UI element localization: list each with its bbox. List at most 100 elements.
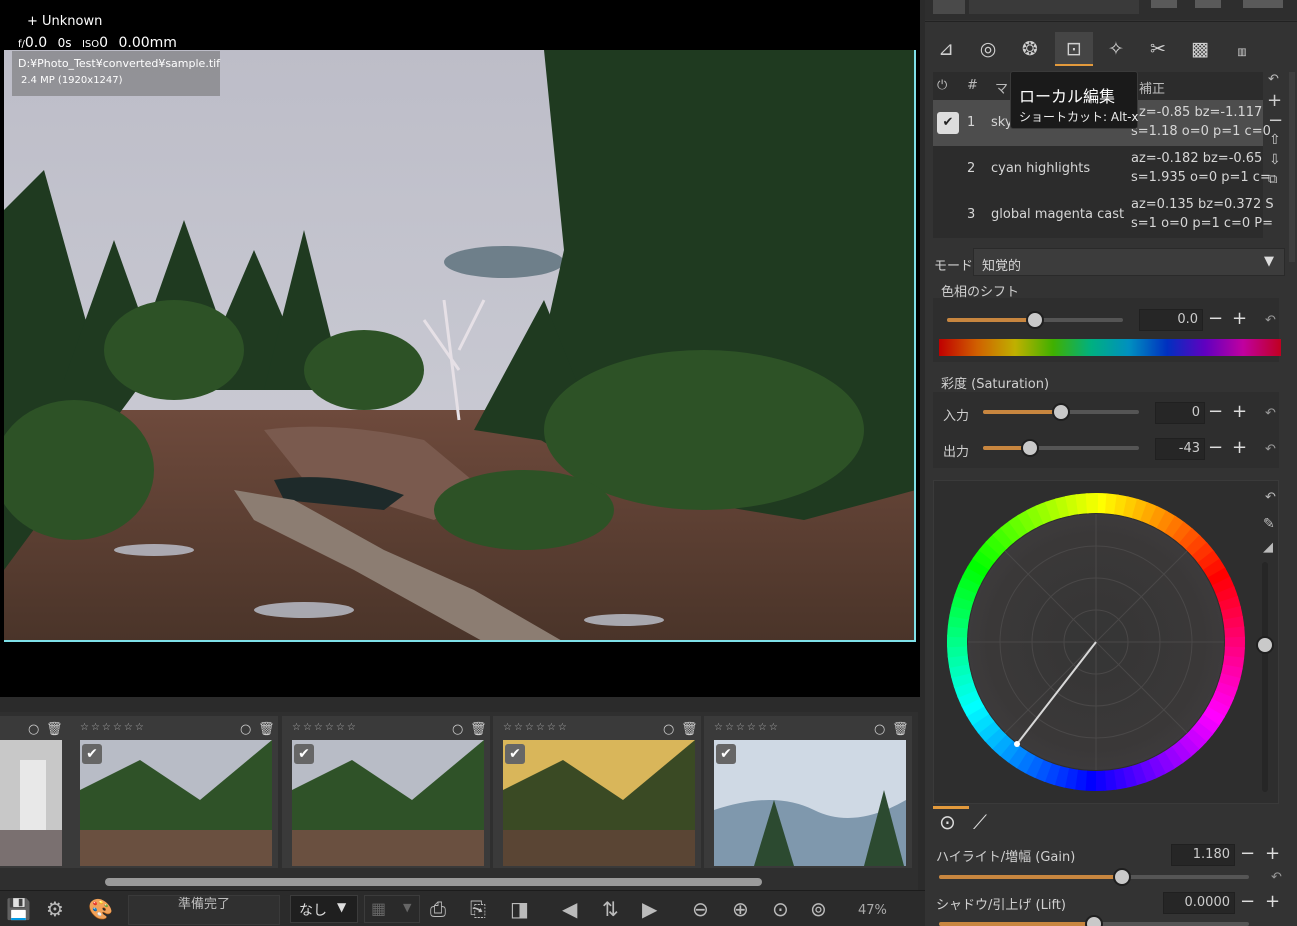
- reset-icon[interactable]: ↶: [1271, 870, 1282, 885]
- profile-select[interactable]: なし ▼: [290, 895, 358, 923]
- gain-slider-knob[interactable]: [1113, 868, 1131, 886]
- reset-icon[interactable]: ↶: [1265, 406, 1276, 421]
- hue-value-field[interactable]: 0.0: [1139, 309, 1203, 331]
- lift-value-field[interactable]: 0.0000: [1163, 892, 1235, 914]
- export-icon[interactable]: ⎙: [430, 897, 446, 921]
- reset-icon[interactable]: ↶: [1265, 490, 1276, 505]
- mask-enable-checkbox[interactable]: ✔: [937, 112, 959, 134]
- remove-mask-icon[interactable]: −: [1268, 110, 1283, 131]
- tab-raw[interactable]: ▩: [1181, 32, 1219, 66]
- move-up-icon[interactable]: ⇧: [1269, 132, 1281, 148]
- lift-slider-knob[interactable]: [1085, 915, 1103, 926]
- tab-metadata[interactable]: ▥: [1223, 32, 1261, 66]
- toolbar-button[interactable]: [1151, 0, 1177, 8]
- trash-icon[interactable]: 🗑: [46, 722, 63, 737]
- arrow-up-down-icon[interactable]: ⇅: [602, 897, 619, 921]
- trash-icon[interactable]: 🗑: [681, 722, 698, 737]
- increment-button[interactable]: +: [1265, 892, 1280, 912]
- move-down-icon[interactable]: ⇩: [1269, 152, 1281, 168]
- zoom-fit-icon[interactable]: ⊙: [772, 897, 789, 921]
- increment-button[interactable]: +: [1232, 309, 1247, 329]
- zoom-100-icon[interactable]: ⊚: [810, 897, 827, 921]
- wheel-mode-icon[interactable]: ⊙: [939, 810, 956, 834]
- mask-params-1: az=-0.182 bz=-0.65: [1131, 151, 1263, 166]
- color-wheel[interactable]: [941, 486, 1251, 798]
- gear-icon[interactable]: ⚙: [46, 897, 64, 921]
- luminance-slider-track[interactable]: [1262, 562, 1268, 792]
- toolbar-button[interactable]: [933, 0, 965, 14]
- increment-button[interactable]: +: [1265, 844, 1280, 864]
- thumbnail-4[interactable]: ☆☆☆☆☆☆ ○ 🗑 ✔: [704, 716, 912, 868]
- gain-value-field[interactable]: 1.180: [1171, 844, 1235, 866]
- checkbox-icon[interactable]: ✔: [82, 744, 102, 764]
- sat-output-knob[interactable]: [1021, 439, 1039, 457]
- save-icon[interactable]: 💾: [6, 897, 31, 921]
- arrow-left-icon[interactable]: ◀: [562, 897, 577, 921]
- compare-icon[interactable]: ◨: [510, 897, 529, 921]
- copy-icon[interactable]: ⎘: [470, 897, 486, 921]
- sat-input-value-field[interactable]: 0: [1155, 402, 1205, 424]
- histogram-select[interactable]: ▦ ▼: [364, 895, 420, 923]
- trash-icon[interactable]: 🗑: [892, 722, 909, 737]
- zoom-out-icon[interactable]: ⊖: [692, 897, 709, 921]
- mask-row-3[interactable]: 3 global magenta cast az=0.135 bz=0.372 …: [933, 192, 1274, 238]
- increment-button[interactable]: +: [1232, 402, 1247, 422]
- circle-icon[interactable]: ○: [240, 722, 251, 737]
- circle-icon[interactable]: ○: [28, 722, 39, 737]
- tab-exposure[interactable]: ⊿: [927, 32, 965, 66]
- circle-icon[interactable]: ○: [452, 722, 463, 737]
- mask-row-2[interactable]: 2 cyan highlights az=-0.182 bz=-0.65 s=1…: [933, 146, 1271, 192]
- sat-input-knob[interactable]: [1052, 403, 1070, 421]
- arrow-right-icon[interactable]: ▶: [642, 897, 657, 921]
- wheel-pointer-handle[interactable]: [1014, 741, 1020, 747]
- panel-scrollbar[interactable]: [1289, 72, 1295, 262]
- decrement-button[interactable]: −: [1208, 438, 1223, 458]
- eyedropper-icon[interactable]: ✎: [1263, 516, 1275, 532]
- tab-color[interactable]: ❂: [1011, 32, 1049, 66]
- image-viewer[interactable]: + Unknown f/0.0 0s ISO0 0.00mm D:¥Photo_…: [0, 0, 920, 697]
- thumbnail-2[interactable]: ☆☆☆☆☆☆ ○ 🗑 ✔: [282, 716, 490, 868]
- palette-icon[interactable]: 🎨: [88, 897, 113, 921]
- tab-detail[interactable]: ◎: [969, 32, 1007, 66]
- checkbox-icon[interactable]: ✔: [716, 744, 736, 764]
- trash-icon[interactable]: 🗑: [470, 722, 487, 737]
- circle-icon[interactable]: ○: [874, 722, 885, 737]
- triangle-icon[interactable]: ◢: [1263, 540, 1273, 555]
- thumbnail-3[interactable]: ☆☆☆☆☆☆ ○ 🗑 ✔: [493, 716, 701, 868]
- decrement-button[interactable]: −: [1240, 892, 1255, 912]
- trash-icon[interactable]: 🗑: [258, 722, 275, 737]
- reset-icon[interactable]: ↶: [1265, 442, 1276, 457]
- decrement-button[interactable]: −: [1208, 402, 1223, 422]
- toolbar-button[interactable]: [1195, 0, 1221, 8]
- decrement-button[interactable]: −: [1208, 309, 1223, 329]
- copy-mask-icon[interactable]: ⧉: [1268, 172, 1277, 187]
- toolbar-select[interactable]: [969, 0, 1139, 14]
- tab-advanced[interactable]: ✧: [1097, 32, 1135, 66]
- zoom-in-icon[interactable]: ⊕: [732, 897, 749, 921]
- checkbox-icon[interactable]: ✔: [294, 744, 314, 764]
- sat-input-fill: [983, 410, 1061, 414]
- rating-stars[interactable]: ☆☆☆☆☆☆: [292, 722, 358, 733]
- checkbox-icon[interactable]: ✔: [505, 744, 525, 764]
- toolbar-button[interactable]: [1243, 0, 1283, 8]
- increment-button[interactable]: +: [1232, 438, 1247, 458]
- decrement-button[interactable]: −: [1240, 844, 1255, 864]
- tab-transform[interactable]: ✂: [1139, 32, 1177, 66]
- hue-slider-knob[interactable]: [1026, 311, 1044, 329]
- reset-icon[interactable]: ↶: [1268, 72, 1279, 87]
- rating-stars[interactable]: ☆☆☆☆☆☆: [503, 722, 569, 733]
- mode-select[interactable]: 知覚的 ▼: [973, 248, 1285, 276]
- curve-mode-icon[interactable]: ⟋: [973, 810, 987, 834]
- add-mask-icon[interactable]: +: [1267, 90, 1282, 111]
- thumbnail-1[interactable]: ☆☆☆☆☆☆ ○ 🗑 ✔: [70, 716, 278, 868]
- luminance-slider-knob[interactable]: [1256, 636, 1274, 654]
- mask-number: 2: [967, 161, 976, 176]
- rating-stars[interactable]: ☆☆☆☆☆☆: [80, 722, 146, 733]
- tab-local-edit[interactable]: ⊡: [1055, 32, 1093, 66]
- thumbnail-0[interactable]: ○ 🗑: [0, 716, 70, 868]
- sat-output-value-field[interactable]: -43: [1155, 438, 1205, 460]
- reset-icon[interactable]: ↶: [1265, 313, 1276, 328]
- filmstrip-scrollbar[interactable]: [105, 878, 762, 886]
- circle-icon[interactable]: ○: [663, 722, 674, 737]
- rating-stars[interactable]: ☆☆☆☆☆☆: [714, 722, 780, 733]
